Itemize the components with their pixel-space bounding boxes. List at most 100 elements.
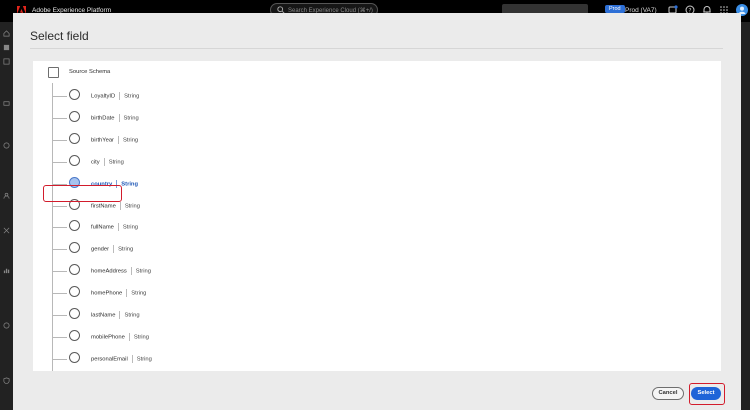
- home-icon[interactable]: [3, 30, 10, 37]
- field-name: homeAddress: [91, 268, 127, 275]
- field-separator: [118, 113, 120, 122]
- field-row-fullName[interactable]: fullName String: [53, 220, 353, 234]
- identities-icon[interactable]: [3, 227, 10, 234]
- field-type: String: [123, 115, 139, 122]
- field-type: String: [118, 246, 134, 253]
- field-row-LoyaltyID[interactable]: LoyaltyID String: [53, 89, 353, 103]
- field-name: birthYear: [91, 137, 114, 144]
- tree-branch-line: [53, 336, 67, 338]
- field-radio[interactable]: [69, 308, 80, 319]
- field-row-personalEmail[interactable]: personalEmail String: [53, 351, 353, 366]
- field-type: String: [124, 93, 140, 100]
- segments-icon[interactable]: [3, 322, 10, 329]
- field-separator: [113, 245, 115, 254]
- field-separator: [126, 289, 128, 298]
- dashboards-icon[interactable]: [3, 267, 10, 274]
- field-row-homePhone[interactable]: homePhone String: [53, 286, 353, 300]
- cancel-button[interactable]: Cancel: [652, 387, 684, 400]
- tree-branch-line: [53, 249, 67, 251]
- field-radio[interactable]: [69, 132, 80, 144]
- tree-branch-line: [53, 315, 67, 316]
- tree-branch-line: [53, 271, 67, 273]
- field-type: String: [133, 334, 149, 341]
- tree-branch-line: [53, 96, 67, 97]
- field-label: fullName String: [91, 223, 139, 232]
- field-label: birthYear String: [91, 135, 139, 144]
- field-row-gender[interactable]: gender String: [53, 242, 353, 256]
- field-radio[interactable]: [69, 242, 80, 254]
- field-radio[interactable]: [69, 154, 80, 166]
- sources-icon[interactable]: [3, 44, 10, 51]
- field-type: String: [124, 203, 140, 210]
- field-name: homePhone: [91, 290, 123, 297]
- field-name: gender: [91, 246, 110, 253]
- field-row-lastName[interactable]: lastName String: [53, 308, 353, 322]
- datasets-icon[interactable]: [3, 58, 10, 65]
- field-type: String: [135, 268, 151, 275]
- field-type: String: [131, 290, 147, 297]
- field-radio[interactable]: [69, 351, 80, 363]
- field-label: LoyaltyID String: [91, 92, 139, 100]
- field-label: city String: [91, 157, 124, 166]
- field-label: gender String: [91, 245, 134, 254]
- schema-root-checkbox[interactable]: [48, 67, 59, 78]
- background-page-edge: [741, 22, 750, 410]
- field-radio[interactable]: [69, 286, 80, 298]
- field-label: birthDate String: [91, 113, 139, 122]
- field-label: firstName String: [91, 201, 140, 210]
- field-radio[interactable]: [69, 220, 80, 232]
- field-type: String: [121, 181, 139, 188]
- field-row-homeAddress[interactable]: homeAddress String: [53, 264, 353, 278]
- select-button[interactable]: Select: [691, 387, 721, 400]
- field-separator: [118, 135, 119, 144]
- field-name: personalEmail: [91, 356, 128, 363]
- privacy-icon[interactable]: [3, 377, 10, 384]
- field-label: mobilePhone String: [91, 332, 149, 341]
- field-name: birthDate: [91, 115, 115, 122]
- field-separator: [130, 267, 132, 276]
- tree-branch-line: [53, 139, 67, 141]
- field-label: personalEmail String: [91, 354, 152, 363]
- field-separator: [119, 201, 121, 210]
- selected-field-highlight: [43, 185, 122, 202]
- schema-tree-panel[interactable]: Source Schema LoyaltyID String birthDate St…: [33, 61, 721, 371]
- field-separator: [128, 332, 130, 341]
- tree-branch-line: [53, 358, 67, 360]
- schemas-icon[interactable]: [3, 100, 10, 107]
- field-row-city[interactable]: city String: [53, 154, 353, 169]
- schema-root-label: Source Schema: [69, 69, 111, 75]
- field-radio[interactable]: [69, 89, 80, 100]
- field-name: city: [91, 159, 100, 166]
- field-type: String: [108, 159, 124, 166]
- queries-icon[interactable]: [3, 142, 10, 149]
- field-type: String: [136, 356, 152, 363]
- tree-branch-line: [53, 117, 67, 119]
- field-separator: [119, 92, 121, 100]
- field-radio[interactable]: [69, 329, 80, 341]
- field-radio[interactable]: [69, 110, 80, 122]
- profiles-icon[interactable]: [3, 192, 10, 199]
- env-badge: Prod: [605, 5, 625, 13]
- select-field-dialog: Select field Source Schema LoyaltyID Stri…: [13, 13, 741, 410]
- field-name: firstName: [91, 203, 116, 210]
- tree-branch-line: [53, 205, 67, 207]
- field-name: fullName: [91, 224, 114, 231]
- field-row-birthYear[interactable]: birthYear String: [53, 132, 353, 147]
- tree-branch-line: [53, 161, 67, 163]
- field-type: String: [124, 312, 140, 319]
- tree-branch-line: [53, 293, 67, 295]
- field-name: LoyaltyID: [91, 93, 116, 100]
- field-separator: [119, 311, 121, 319]
- field-label: homePhone String: [91, 289, 147, 298]
- field-row-mobilePhone[interactable]: mobilePhone String: [53, 329, 353, 344]
- field-radio[interactable]: [69, 264, 80, 276]
- field-separator: [117, 223, 119, 232]
- field-label: lastName String: [91, 311, 140, 319]
- tree-branch-line: [53, 227, 67, 229]
- field-row-birthDate[interactable]: birthDate String: [53, 110, 353, 125]
- field-type: String: [122, 224, 139, 231]
- field-type: String: [123, 137, 139, 144]
- field-label: homeAddress String: [91, 267, 151, 276]
- field-name: mobilePhone: [91, 334, 125, 341]
- dialog-title: Select field: [30, 29, 89, 43]
